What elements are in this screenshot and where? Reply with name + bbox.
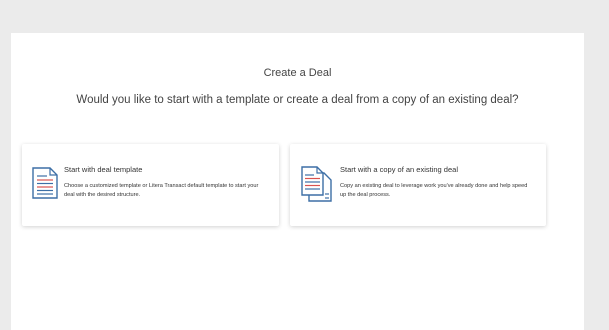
- create-deal-panel: Create a Deal Would you like to start wi…: [11, 33, 584, 330]
- template-option-card[interactable]: Start with deal template Choose a custom…: [22, 144, 279, 226]
- page-title: Create a Deal: [263, 67, 332, 79]
- copy-deal-option-title: Start with a copy of an existing deal: [340, 165, 458, 174]
- copy-deal-option-description: Copy an existing deal to leverage work y…: [340, 183, 528, 198]
- deal-question: Would you like to start with a template …: [76, 94, 519, 106]
- copy-deal-option-card[interactable]: Start with a copy of an existing deal Co…: [290, 144, 546, 226]
- template-option-description: Choose a customized template or Litera T…: [64, 183, 259, 198]
- document-template-icon: [32, 167, 58, 204]
- copy-documents-icon: [301, 166, 333, 207]
- template-option-title: Start with deal template: [64, 165, 143, 174]
